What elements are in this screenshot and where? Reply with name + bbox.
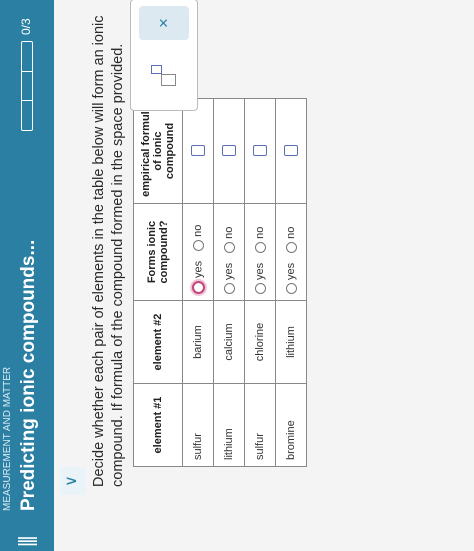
yes-label: yes <box>285 262 297 280</box>
page-title: Predicting ionic compounds... <box>18 239 39 511</box>
instructions-text: Decide whether each pair of elements in … <box>91 15 126 488</box>
yes-radio[interactable] <box>254 283 266 294</box>
yes-label: yes <box>191 260 204 278</box>
no-label: no <box>254 226 266 239</box>
ionic-choice-cell: yes no <box>182 203 214 301</box>
column-header: element #1 <box>133 383 183 467</box>
ionic-choice-cell: yes no <box>275 203 307 301</box>
table-row: bromine lithium yes no <box>275 98 307 467</box>
ionic-choice-cell: yes no <box>213 203 245 301</box>
element1-cell: sulfur <box>182 383 214 467</box>
no-option[interactable]: no <box>192 225 204 251</box>
progress-bar <box>21 41 33 131</box>
chevron-down-icon[interactable]: ∨ <box>60 467 86 495</box>
answer-tools-panel: × <box>130 0 198 111</box>
no-radio[interactable] <box>285 241 297 253</box>
rotated-screen: ||| MEASUREMENT AND MATTER Predicting io… <box>0 0 474 551</box>
formula-input[interactable] <box>222 145 236 157</box>
yes-radio[interactable] <box>223 283 235 294</box>
elements-table: element #1 element #2 Forms ionic compou… <box>133 98 307 467</box>
no-option[interactable]: no <box>254 227 266 253</box>
yes-radio[interactable] <box>285 283 297 294</box>
yes-label: yes <box>254 262 266 280</box>
progress-segment-divider <box>22 100 32 101</box>
no-label: no <box>223 226 235 239</box>
table-row: sulfur barium yes no <box>182 98 214 467</box>
base-box-icon <box>161 74 176 86</box>
no-radio[interactable] <box>223 241 235 253</box>
column-header: element #2 <box>133 300 183 384</box>
no-radio[interactable] <box>254 241 266 253</box>
formula-input[interactable] <box>284 145 298 157</box>
element2-cell: lithium <box>275 300 307 384</box>
table-row: sulfur chlorine yes no <box>244 98 276 467</box>
element1-cell: lithium <box>213 383 245 467</box>
hamburger-icon[interactable]: ||| <box>16 537 39 547</box>
formula-input[interactable] <box>253 145 267 157</box>
table-row: lithium calcium yes no <box>213 98 245 467</box>
yes-option[interactable]: yes <box>223 263 235 294</box>
no-radio[interactable] <box>192 239 204 251</box>
element1-cell: bromine <box>275 383 307 467</box>
no-option[interactable]: no <box>223 227 235 253</box>
element2-cell: barium <box>182 300 214 384</box>
yes-radio[interactable] <box>191 281 205 294</box>
formula-cell <box>213 98 245 204</box>
close-icon[interactable]: × <box>139 6 189 40</box>
table-header-row: element #1 element #2 Forms ionic compou… <box>133 98 183 467</box>
category-label: MEASUREMENT AND MATTER <box>2 366 13 511</box>
element2-cell: calcium <box>213 300 245 384</box>
formula-input[interactable] <box>191 145 205 157</box>
superscript-box-icon <box>151 65 162 74</box>
yes-option[interactable]: yes <box>254 263 266 294</box>
no-option[interactable]: no <box>285 227 297 253</box>
formula-cell <box>275 98 307 204</box>
yes-label: yes <box>223 262 235 280</box>
no-label: no <box>285 226 297 239</box>
column-header: empirical formula of ionic compound <box>133 98 183 204</box>
column-header: Forms ionic compound? <box>133 203 183 301</box>
score-label: 0/3 <box>19 18 33 35</box>
formula-cell <box>244 98 276 204</box>
progress-segment-divider <box>22 71 32 72</box>
formula-cell <box>182 98 214 204</box>
yes-option[interactable]: yes <box>285 263 297 294</box>
yes-option[interactable]: yes <box>191 260 205 294</box>
top-bar: ||| MEASUREMENT AND MATTER Predicting io… <box>0 0 54 551</box>
superscript-tool-button[interactable] <box>139 44 189 100</box>
element2-cell: chlorine <box>244 300 276 384</box>
no-label: no <box>191 224 204 237</box>
element1-cell: sulfur <box>244 383 276 467</box>
ionic-choice-cell: yes no <box>244 203 276 301</box>
